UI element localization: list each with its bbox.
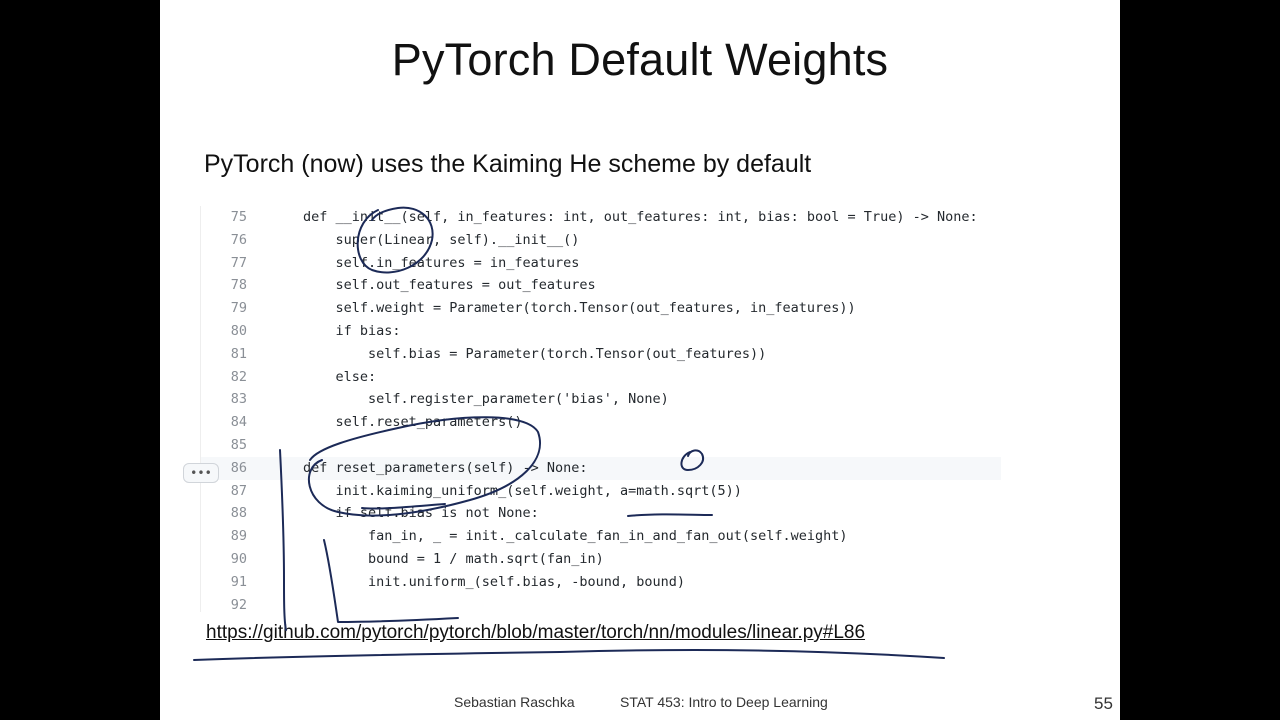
code-text: self.reset_parameters() bbox=[303, 414, 523, 431]
line-number: 88 bbox=[230, 505, 247, 522]
line-number: 78 bbox=[230, 277, 247, 294]
code-text: self.in_features = in_features bbox=[303, 254, 580, 271]
line-number: 80 bbox=[230, 322, 247, 339]
code-line: 78 self.out_features = out_features bbox=[201, 274, 1001, 297]
code-line: 92 bbox=[201, 594, 1001, 612]
slide-subtitle: PyTorch (now) uses the Kaiming He scheme… bbox=[204, 150, 812, 178]
code-text: self.out_features = out_features bbox=[303, 277, 596, 294]
line-number: 79 bbox=[230, 300, 247, 317]
code-line: 79 self.weight = Parameter(torch.Tensor(… bbox=[201, 297, 1001, 320]
slide: PyTorch Default Weights PyTorch (now) us… bbox=[160, 0, 1120, 720]
line-number: 75 bbox=[230, 209, 247, 225]
code-line: 77 self.in_features = in_features bbox=[201, 252, 1001, 275]
code-line: 75 def __init__(self, in_features: int, o… bbox=[201, 206, 1001, 229]
code-text: else: bbox=[303, 368, 377, 385]
code-text: if bias: bbox=[303, 322, 401, 339]
code-line: 91 init.uniform_(self.bias, -bound, boun… bbox=[201, 571, 1001, 594]
code-text: self.register_parameter('bias', None) bbox=[303, 391, 669, 408]
code-text: init.uniform_(self.bias, -bound, bound) bbox=[303, 573, 686, 590]
line-number: 82 bbox=[230, 368, 247, 385]
source-link[interactable]: https://github.com/pytorch/pytorch/blob/… bbox=[206, 622, 865, 644]
code-line: 86 def reset_parameters(self) -> None: bbox=[201, 456, 1001, 480]
line-number: 91 bbox=[230, 573, 247, 590]
line-number: 89 bbox=[230, 528, 247, 545]
code-text: if self.bias is not None: bbox=[303, 505, 539, 522]
footer-course: STAT 453: Intro to Deep Learning bbox=[620, 694, 828, 710]
code-block: 75 def __init__(self, in_features: int, o… bbox=[200, 206, 1001, 612]
line-number: 84 bbox=[230, 414, 247, 431]
code-text: self.bias = Parameter(torch.Tensor(out_f… bbox=[303, 345, 767, 362]
code-line: 84 self.reset_parameters() bbox=[201, 411, 1001, 434]
code-line: 82 else: bbox=[201, 366, 1001, 389]
line-number: 76 bbox=[230, 231, 247, 248]
line-number: 77 bbox=[230, 254, 247, 271]
code-line: 87 init.kaiming_uniform_(self.weight, a=… bbox=[201, 480, 1001, 503]
code-text: bound = 1 / math.sqrt(fan_in) bbox=[303, 550, 604, 567]
line-number: 83 bbox=[230, 391, 247, 408]
slide-title: PyTorch Default Weights bbox=[391, 34, 889, 85]
code-line: 76 super(Linear, self).__init__() bbox=[201, 229, 1001, 252]
code-text: super(Linear, self).__init__() bbox=[303, 231, 580, 248]
code-line: 90 bound = 1 / math.sqrt(fan_in) bbox=[201, 548, 1001, 571]
line-number: 81 bbox=[230, 345, 247, 362]
code-line: 85 bbox=[201, 434, 1001, 457]
code-line: 83 self.register_parameter('bias', None) bbox=[201, 388, 1001, 411]
code-text: fan_in, _ = init._calculate_fan_in_and_f… bbox=[303, 528, 848, 545]
footer-author: Sebastian Raschka bbox=[454, 694, 575, 710]
code-text: def __init__(self, in_features: int, out… bbox=[303, 209, 978, 225]
code-line: 80 if bias: bbox=[201, 320, 1001, 343]
line-number: 92 bbox=[230, 596, 247, 612]
code-text: def reset_parameters(self) -> None: bbox=[303, 459, 588, 476]
code-line: 81 self.bias = Parameter(torch.Tensor(ou… bbox=[201, 343, 1001, 366]
line-number: 90 bbox=[230, 550, 247, 567]
page-number: 55 bbox=[1094, 694, 1113, 713]
expand-lines-button[interactable]: ••• bbox=[183, 463, 219, 483]
line-number: 85 bbox=[230, 436, 247, 453]
code-text: self.weight = Parameter(torch.Tensor(out… bbox=[303, 300, 856, 317]
code-text: init.kaiming_uniform_(self.weight, a=mat… bbox=[303, 482, 742, 499]
code-line: 88 if self.bias is not None: bbox=[201, 502, 1001, 525]
code-line: 89 fan_in, _ = init._calculate_fan_in_an… bbox=[201, 525, 1001, 548]
